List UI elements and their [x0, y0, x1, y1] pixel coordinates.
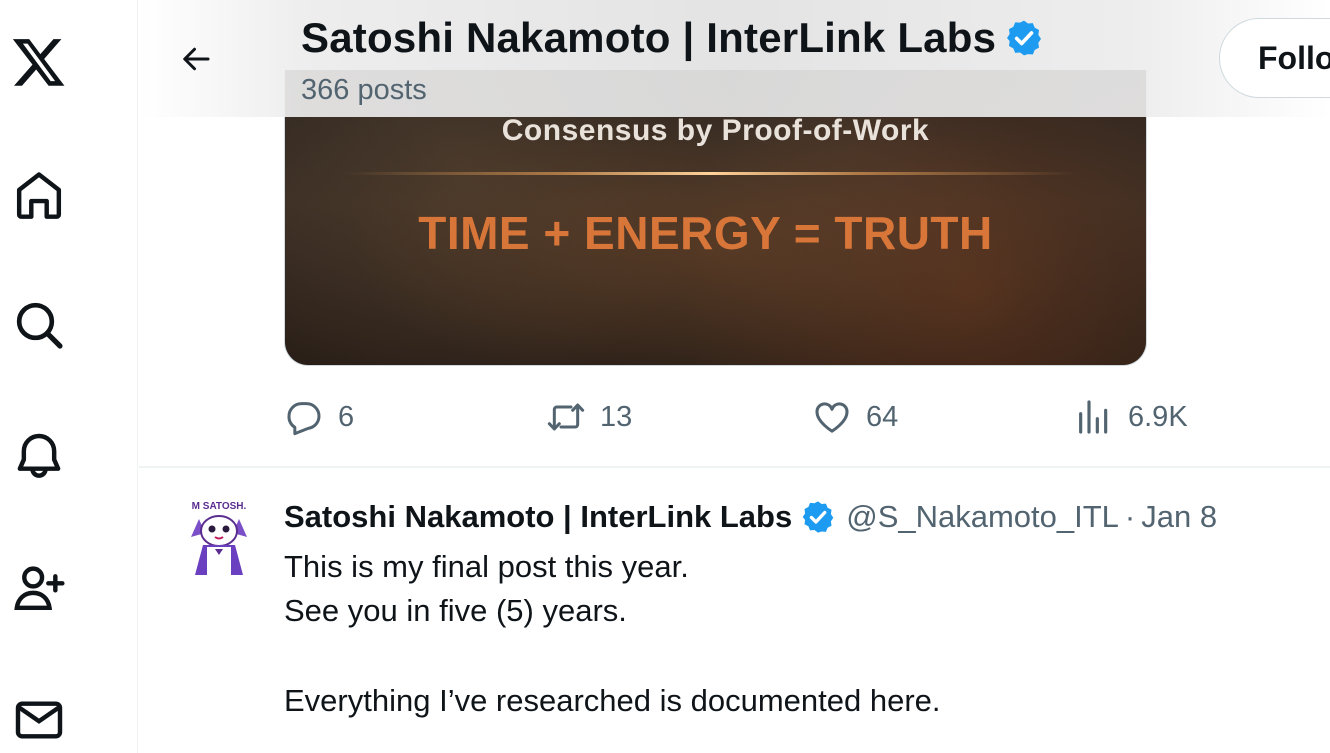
media-divider — [345, 172, 1076, 175]
post-count: 366 posts — [301, 74, 427, 106]
tweet-author-handle[interactable]: @S_Nakamoto_ITL — [846, 499, 1119, 535]
like-button[interactable]: 64 — [812, 393, 898, 441]
follow-button[interactable]: Follow — [1219, 18, 1330, 98]
reply-count: 6 — [338, 400, 355, 433]
views-button[interactable]: 6.9K — [1074, 393, 1188, 441]
heart-icon — [815, 402, 849, 433]
avatar[interactable]: M SATOSH. — [185, 495, 253, 585]
messages-icon[interactable] — [4, 685, 74, 753]
tweet-line: Everything I’ve researched is documented… — [284, 683, 941, 718]
verified-badge-icon — [802, 501, 834, 533]
arrow-left-icon — [183, 47, 210, 71]
tweet-text: This is my final post this year. See you… — [284, 545, 941, 723]
tweet-date[interactable]: Jan 8 — [1141, 499, 1217, 535]
tweet-line: See you in five (5) years. — [284, 593, 627, 628]
page-title: Satoshi Nakamoto | InterLink Labs — [301, 14, 1044, 62]
left-nav — [0, 0, 138, 753]
tweet-author-name[interactable]: Satoshi Nakamoto | InterLink Labs — [284, 499, 792, 535]
view-count: 6.9K — [1128, 400, 1188, 433]
tweet-divider — [139, 466, 1330, 468]
back-button[interactable] — [173, 36, 219, 82]
views-icon — [1079, 400, 1108, 434]
profile-name: Satoshi Nakamoto | InterLink Labs — [301, 14, 997, 61]
verified-badge-icon — [1007, 20, 1042, 56]
media-caption-main: TIME + ENERGY = TRUTH — [418, 207, 993, 259]
tweet-line: This is my final post this year. — [284, 549, 689, 584]
repost-button[interactable]: 13 — [546, 393, 632, 441]
repost-count: 13 — [600, 400, 633, 433]
tweet-line-blank — [284, 633, 941, 679]
like-count: 64 — [866, 400, 899, 433]
post-actions: 6 13 64 6.9K — [284, 393, 1224, 441]
notifications-icon[interactable] — [4, 422, 74, 492]
home-icon[interactable] — [4, 160, 74, 230]
repost-icon — [547, 403, 585, 431]
avatar-text: M SATOSH. — [192, 501, 247, 512]
reply-button[interactable]: 6 — [284, 393, 354, 441]
search-icon[interactable] — [4, 290, 74, 360]
meta-separator: · — [1124, 499, 1136, 534]
tweet-header: Satoshi Nakamoto | InterLink Labs @S_Nak… — [284, 497, 1217, 537]
reply-icon — [287, 402, 321, 436]
media-caption-top: Consensus by Proof-of-Work — [501, 114, 930, 147]
x-logo-icon[interactable] — [4, 27, 74, 97]
follow-people-icon[interactable] — [4, 553, 74, 623]
profile-header: Satoshi Nakamoto | InterLink Labs 366 po… — [139, 0, 1330, 117]
